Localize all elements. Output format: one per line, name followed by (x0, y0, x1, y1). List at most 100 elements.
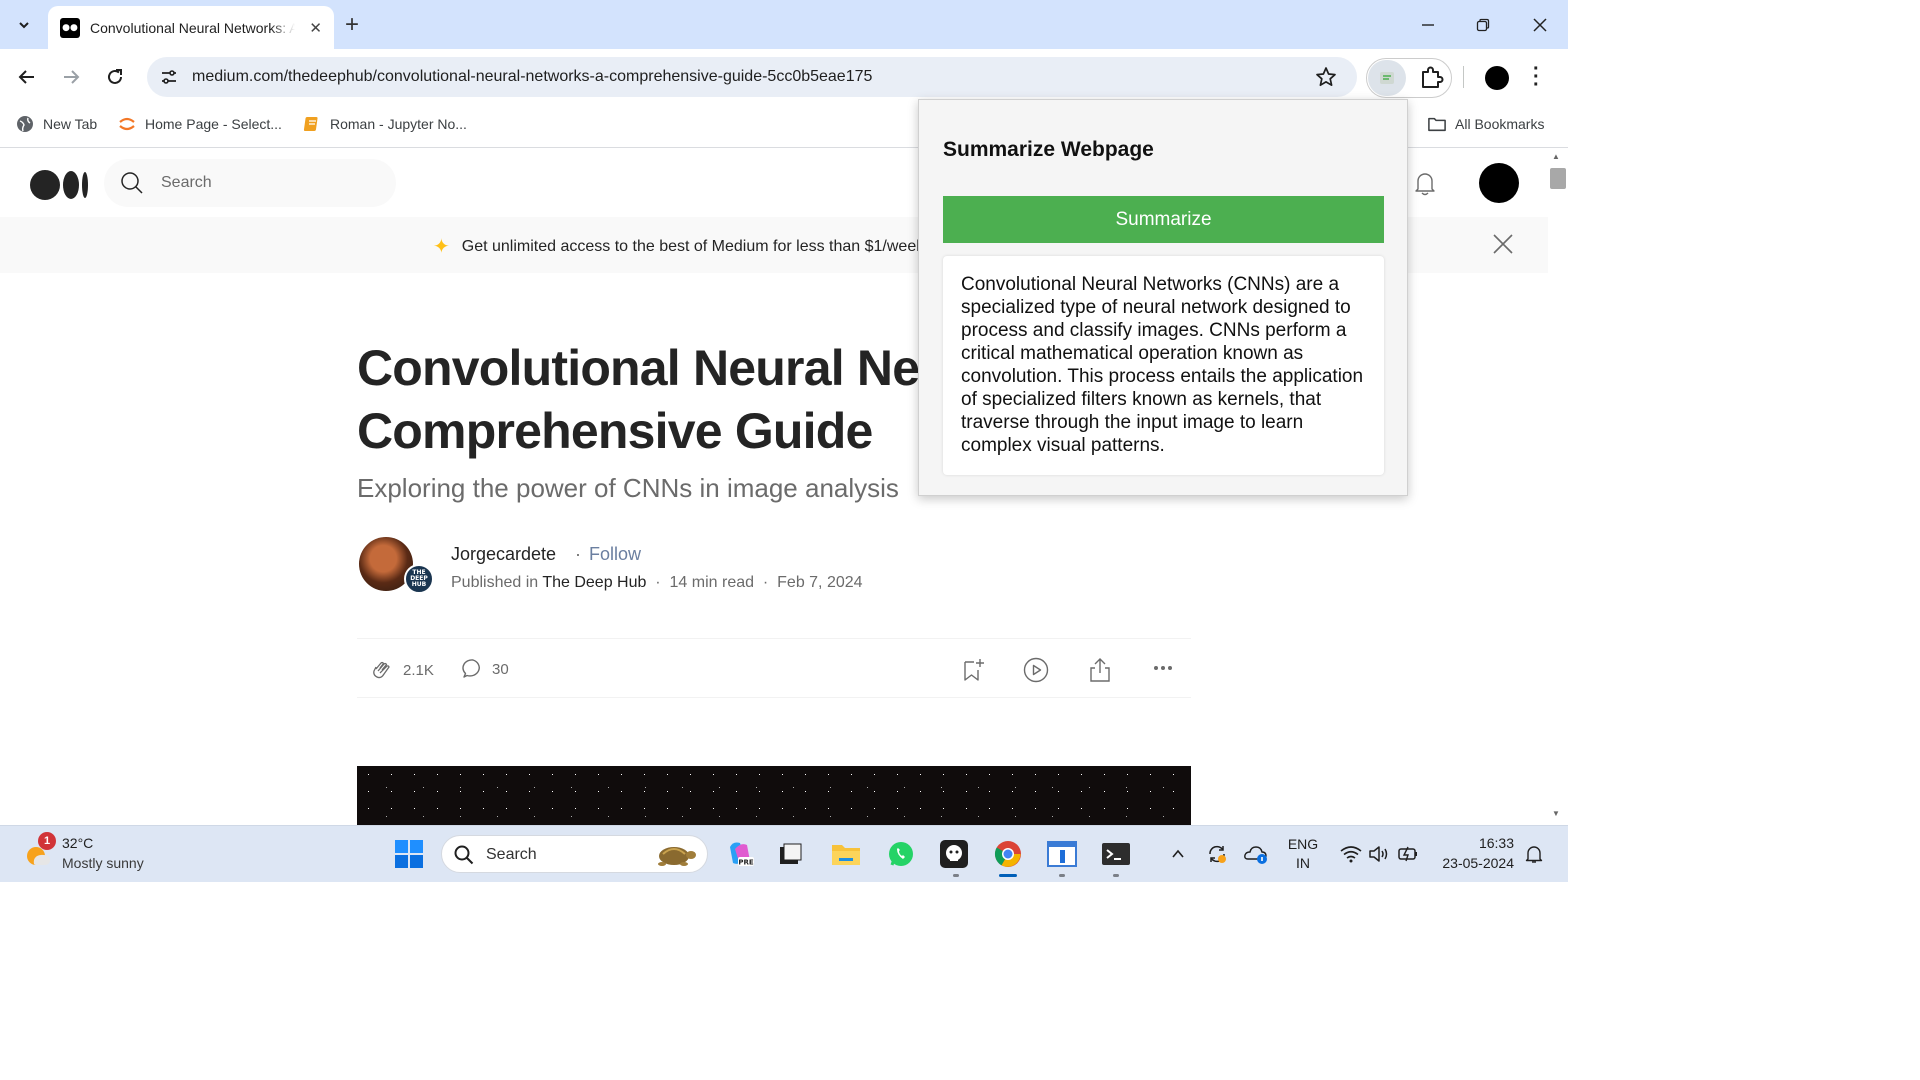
notebook-icon (303, 115, 321, 133)
clap-button[interactable]: 2.1K (369, 657, 434, 683)
publication-link[interactable]: The Deep Hub (542, 574, 646, 591)
separator-dot: · (575, 544, 581, 564)
summarize-extension-button[interactable] (1368, 60, 1406, 96)
svg-text:PRE: PRE (738, 859, 754, 867)
close-window-button[interactable] (1520, 10, 1560, 40)
clock-time[interactable]: 16:33 (1432, 835, 1522, 851)
notifications-tray-icon[interactable] (1517, 837, 1551, 871)
comments-button[interactable]: 30 (461, 657, 509, 681)
whatsapp-icon[interactable] (884, 837, 918, 871)
task-view-icon[interactable] (773, 837, 807, 871)
close-tab-icon[interactable]: ✕ (309, 19, 322, 37)
bell-icon (1525, 846, 1543, 863)
publication-badge[interactable]: THE DEEP HUB (404, 564, 434, 594)
browser-toolbar: medium.com/thedeephub/convolutional-neur… (0, 49, 1568, 105)
onedrive-tray-icon[interactable] (1239, 837, 1273, 871)
author-name[interactable]: Jorgecardete (451, 544, 556, 565)
play-icon (1023, 657, 1049, 683)
weather-description[interactable]: Mostly sunny (62, 855, 144, 871)
terminal-taskbar-icon[interactable] (1099, 837, 1133, 871)
banner-text[interactable]: Get unlimited access to the best of Medi… (462, 238, 929, 256)
clap-icon (373, 661, 390, 679)
terminal-icon (1102, 843, 1130, 865)
editor-window-icon (1047, 841, 1077, 867)
profile-avatar[interactable] (1485, 66, 1509, 90)
taskbar-search[interactable]: Search (441, 835, 708, 873)
file-explorer-icon[interactable] (829, 837, 863, 871)
publish-date: Feb 7, 2024 (777, 574, 863, 591)
menu-kebab-icon[interactable]: · · · (1533, 59, 1540, 95)
editor-taskbar-icon[interactable] (1045, 837, 1079, 871)
copilot-taskbar-icon[interactable]: PRE (723, 837, 757, 871)
weather-temperature[interactable]: 32°C (62, 835, 93, 851)
folder-icon (832, 845, 860, 865)
minimize-button[interactable] (1408, 10, 1448, 40)
new-tab-button[interactable]: + (345, 11, 359, 39)
summarize-extension-popup: Summarize Webpage Summarize Convolutiona… (918, 99, 1408, 496)
tab-strip: ●● Convolutional Neural Networks: A Comp… (0, 0, 1568, 49)
bookmark-roman-jupyter[interactable]: Roman - Jupyter No... (303, 115, 467, 133)
running-indicator (1059, 874, 1065, 877)
summarize-button[interactable]: Summarize (943, 196, 1384, 243)
follow-button[interactable]: Follow (589, 544, 641, 565)
share-button[interactable] (1087, 657, 1113, 683)
volume-tray-icon[interactable] (1362, 837, 1396, 871)
globe-icon (16, 115, 34, 133)
notifications-bell-icon[interactable] (1411, 169, 1439, 197)
language-indicator[interactable]: ENG (1285, 836, 1321, 852)
bookmark-label: New Tab (43, 116, 98, 132)
article-action-bar: 2.1K 30 (357, 638, 1191, 698)
extensions-puzzle-icon[interactable] (1418, 63, 1446, 91)
arrow-right-icon (64, 70, 80, 84)
search-icon (454, 845, 474, 865)
wifi-icon (1340, 846, 1362, 863)
save-button[interactable] (960, 657, 986, 683)
reload-button[interactable] (101, 63, 129, 91)
medium-search-input[interactable]: Search (104, 159, 396, 207)
close-banner-icon[interactable] (1492, 233, 1514, 255)
tab-search-button[interactable] (8, 9, 40, 41)
clock-date[interactable]: 23-05-2024 (1432, 855, 1522, 871)
forward-button[interactable] (57, 63, 85, 91)
published-in-label: Published in (451, 574, 539, 591)
comment-count: 30 (492, 660, 509, 678)
page-scrollbar[interactable]: ▲ ▼ (1548, 149, 1568, 825)
jupyter-icon (118, 115, 136, 133)
scrollbar-thumb[interactable] (1550, 168, 1566, 189)
sync-tray-icon[interactable] (1200, 837, 1234, 871)
show-hidden-icons[interactable] (1161, 837, 1195, 871)
listen-button[interactable] (1023, 657, 1049, 683)
minimize-icon (1422, 24, 1434, 26)
article-hero-image (357, 766, 1191, 825)
restore-button[interactable] (1463, 10, 1503, 40)
close-icon (1533, 18, 1547, 32)
site-info-icon[interactable] (159, 67, 179, 87)
github-desktop-icon[interactable] (937, 837, 971, 871)
start-button[interactable] (392, 837, 426, 871)
all-bookmarks[interactable]: All Bookmarks (1428, 115, 1544, 133)
more-options-button[interactable] (1152, 657, 1174, 679)
all-bookmarks-label: All Bookmarks (1455, 116, 1545, 132)
address-bar[interactable]: medium.com/thedeephub/convolutional-neur… (147, 57, 1357, 97)
medium-icon: ●● (60, 17, 80, 38)
bookmark-label: Home Page - Select... (145, 116, 282, 132)
medium-logo[interactable] (30, 170, 88, 200)
battery-tray-icon[interactable] (1392, 837, 1426, 871)
toolbar-divider (1463, 66, 1464, 88)
scroll-up-icon[interactable]: ▲ (1552, 152, 1560, 161)
active-tab[interactable]: ●● Convolutional Neural Networks: A Comp… (48, 6, 334, 49)
battery-charging-icon (1398, 846, 1417, 862)
article-subtitle: Exploring the power of CNNs in image ana… (357, 473, 899, 503)
region-indicator[interactable]: IN (1285, 855, 1321, 871)
chrome-taskbar-icon[interactable] (991, 837, 1025, 871)
scroll-down-icon[interactable]: ▼ (1552, 809, 1560, 818)
user-avatar[interactable] (1479, 163, 1519, 203)
bookmark-star-icon[interactable] (1315, 66, 1337, 88)
comment-icon (462, 659, 480, 678)
restore-icon (1476, 18, 1490, 32)
bookmark-new-tab[interactable]: New Tab (16, 115, 97, 133)
running-indicator (953, 874, 959, 877)
back-button[interactable] (13, 63, 41, 91)
folder-icon (1428, 115, 1446, 133)
bookmark-home-page[interactable]: Home Page - Select... (118, 115, 282, 133)
